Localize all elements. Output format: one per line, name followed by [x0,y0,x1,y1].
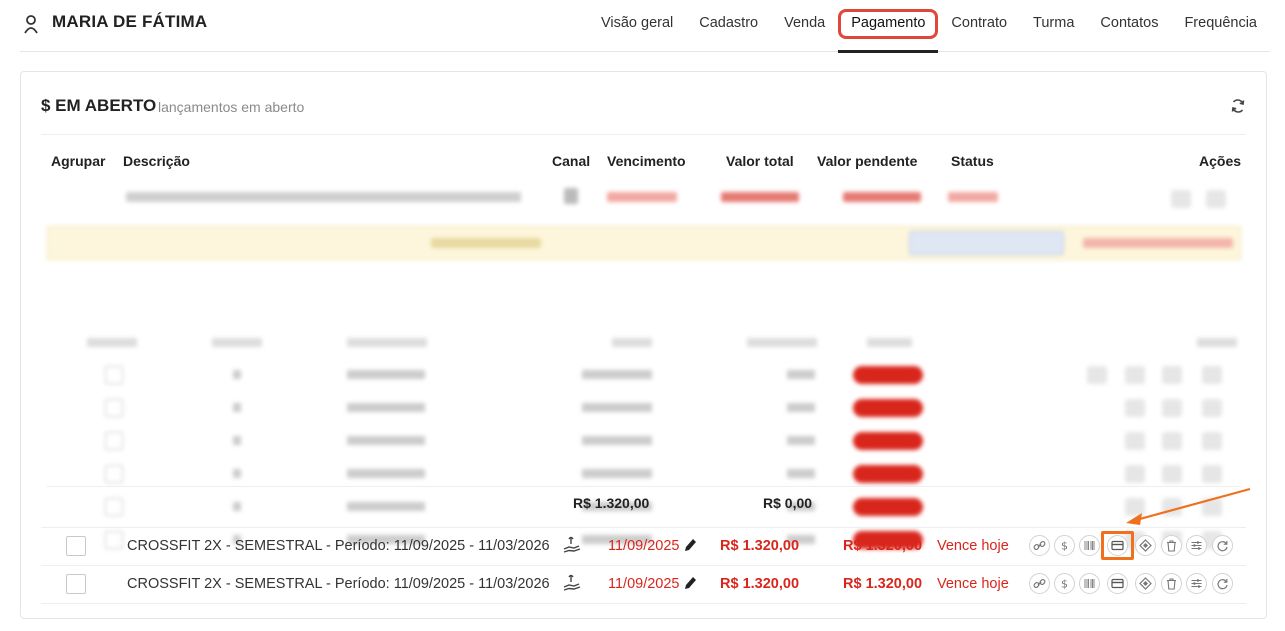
sliders-icon[interactable] [1186,573,1207,594]
header-description: Descrição [123,153,190,169]
divider [41,134,1246,135]
blurred-text [1083,238,1233,248]
tab-visao-geral[interactable]: Visão geral [588,0,686,52]
row-due-date: 11/09/2025 [608,576,680,592]
pencil-icon[interactable] [683,537,697,553]
row-pending-value: R$ 1.320,00 [843,576,923,592]
row-status: Vence hoje [937,576,1009,592]
row-description: CROSSFIT 2X - SEMESTRAL - Período: 11/09… [127,576,550,592]
student-name: MARIA DE FÁTIMA [52,12,208,31]
sliders-icon[interactable] [1186,535,1207,556]
tab-venda[interactable]: Venda [771,0,838,52]
blurred-icon [564,188,578,204]
table-row: CROSSFIT 2X - SEMESTRAL - Período: 11/09… [21,527,1268,565]
renew-icon[interactable] [1212,535,1233,556]
tab-label: Turma [1033,15,1075,31]
refresh-icon[interactable] [1230,98,1246,114]
user-icon [24,15,38,34]
blurred-subheader [87,338,1237,348]
blurred-text [843,192,921,202]
tab-label: Contrato [951,15,1008,31]
credit-card-highlight-annotation [1101,531,1134,560]
link-icon[interactable] [1029,573,1050,594]
trash-icon[interactable] [1161,573,1182,594]
barcode-icon[interactable] [1079,573,1100,594]
blurred-button [1171,190,1191,208]
divider [47,486,1241,487]
trash-icon[interactable] [1161,535,1182,556]
barcode-icon[interactable] [1079,535,1100,556]
tab-frequencia[interactable]: Frequência [1171,0,1270,52]
blurred-text [721,192,799,202]
tab-label: Cadastro [699,15,759,31]
blurred-text [948,192,998,202]
tab-label: Pagamento [851,15,926,31]
pix-icon[interactable] [1135,573,1156,594]
header-pending-value: Valor pendente [817,153,918,169]
tab-turma[interactable]: Turma [1020,0,1087,52]
tab-contatos[interactable]: Contatos [1087,0,1171,52]
blurred-text [126,192,521,202]
section-subtitle: lançamentos em aberto [158,99,305,115]
row-total-value: R$ 1.320,00 [720,538,800,554]
row-total-value: R$ 1.320,00 [720,576,800,592]
header-channel: Canal [552,153,591,169]
subtable-total-paid: R$ 0,00 [763,495,813,511]
renew-icon[interactable] [1212,573,1233,594]
tab-label: Visão geral [600,15,674,31]
header-total-value: Valor total [726,153,794,169]
row-description: CROSSFIT 2X - SEMESTRAL - Período: 11/09… [127,538,550,554]
tab-pagamento[interactable]: Pagamento [838,0,939,53]
open-payments-card: $ EM ABERTO lançamentos em aberto Agrupa… [20,71,1267,619]
row-status: Vence hoje [937,538,1009,554]
annotation-arrow [1126,487,1251,525]
table-row: CROSSFIT 2X - SEMESTRAL - Período: 11/09… [21,565,1268,603]
svg-text:$: $ [1061,578,1068,591]
dollar-icon[interactable]: $ [1054,535,1075,556]
header-status: Status [951,153,994,169]
tab-bar: Visão geral Cadastro Venda Pagamento Con… [588,0,1270,53]
row-checkbox[interactable] [66,536,86,556]
channel-hand-icon [563,574,581,591]
pix-icon[interactable] [1135,535,1156,556]
dollar-icon[interactable]: $ [1054,573,1075,594]
blurred-button [909,231,1064,255]
row-pending-value: R$ 1.320,00 [843,538,923,554]
tab-cadastro[interactable]: Cadastro [686,0,771,52]
tab-label: Frequência [1184,15,1257,31]
tab-label: Contatos [1100,15,1159,31]
tab-label: Venda [784,15,826,31]
blurred-button [1206,190,1226,208]
blurred-installments-region [21,182,1268,549]
header-group: Agrupar [51,153,106,169]
svg-text:$: $ [1061,540,1068,553]
header-actions: Ações [1199,153,1242,169]
header-due-date: Vencimento [607,153,686,169]
blurred-text [607,192,677,202]
channel-hand-icon [563,536,581,553]
section-title: $ EM ABERTO [41,96,157,115]
row-checkbox[interactable] [66,574,86,594]
tab-contrato[interactable]: Contrato [938,0,1020,52]
pencil-icon[interactable] [683,575,697,591]
divider [41,603,1246,604]
credit-card-icon[interactable] [1107,573,1128,594]
page-header: MARIA DE FÁTIMA Visão geral Cadastro Ven… [20,0,1270,53]
link-icon[interactable] [1029,535,1050,556]
subtable-total-value: R$ 1.320,00 [573,495,650,511]
blurred-text [431,238,541,248]
row-due-date: 11/09/2025 [608,538,680,554]
